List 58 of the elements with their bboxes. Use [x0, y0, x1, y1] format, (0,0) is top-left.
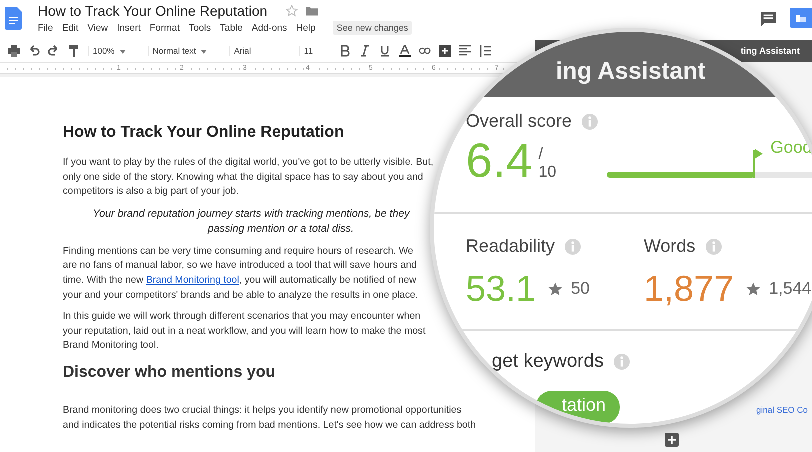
- section-heading: Discover who mentions you: [63, 364, 276, 382]
- text-color-icon[interactable]: [399, 45, 412, 57]
- menu-item[interactable]: Help: [296, 22, 321, 34]
- star-icon: [548, 282, 564, 296]
- print-icon[interactable]: [8, 45, 20, 57]
- brand-monitoring-link[interactable]: Brand Monitoring tool: [146, 274, 240, 286]
- paragraph: Brand monitoring does two crucial things: it helps you identify new promotional opportunities and indicates the potential risks coming from bad mentions. Let's see how we can address both: [63, 404, 476, 433]
- metric-label: Readability: [466, 236, 556, 257]
- keywords-label: get keywords: [492, 351, 604, 373]
- caret-icon: [201, 50, 208, 54]
- document-title[interactable]: How to Track Your Online Reputation: [38, 3, 268, 19]
- align-icon[interactable]: [459, 45, 472, 57]
- metric-value: 53.1: [466, 269, 536, 309]
- panel-link[interactable]: ginal SEO Co: [756, 405, 808, 415]
- paragraph: In this guide we will work through different scenarios that you may encounter when your reputation, laid out in a neat workflow, and you will learn how to make the most Brand Monitoring tool.: [63, 310, 426, 354]
- menu-item[interactable]: Table: [220, 22, 248, 34]
- undo-icon[interactable]: [28, 45, 40, 57]
- paragraph: Finding mentions can be very time consuming and require hours of research. We are no fans of manual labor, so we have introduced a tool that will save hours and time. With the new Brand Monitoring tool, you will automatically be notified of new your and your competitors' brands and be able to analyze the results in one place.: [63, 244, 418, 303]
- metric-label: Words: [644, 236, 696, 257]
- font-size-dropdown[interactable]: 11: [299, 46, 332, 56]
- menu-item[interactable]: View: [88, 22, 114, 34]
- add-comment-icon[interactable]: [665, 433, 679, 447]
- menu-item[interactable]: Edit: [62, 22, 84, 34]
- overall-score-label: Overall score: [466, 111, 572, 132]
- star-icon[interactable]: [286, 5, 298, 17]
- quote-paragraph: Your brand reputation journey starts with tracking mentions, be they passing mention or a total diss.: [92, 206, 410, 237]
- score-max: / 10: [538, 146, 558, 182]
- menu-item[interactable]: Add-ons: [252, 22, 292, 34]
- bold-icon[interactable]: [339, 45, 352, 57]
- metric-target: 1,544: [769, 279, 812, 299]
- line-spacing-icon[interactable]: [479, 45, 492, 57]
- style-dropdown[interactable]: Normal text: [148, 46, 222, 56]
- star-icon: [746, 282, 762, 296]
- metric-target: 50: [571, 279, 590, 299]
- italic-icon[interactable]: [359, 45, 372, 57]
- docs-logo-icon[interactable]: [5, 7, 22, 30]
- see-changes-button[interactable]: See new changes: [332, 21, 412, 35]
- caret-icon: [120, 50, 126, 54]
- zoom-dropdown[interactable]: 100%: [88, 46, 140, 56]
- redo-icon[interactable]: [48, 45, 60, 57]
- paint-format-icon[interactable]: [68, 45, 80, 57]
- share-button[interactable]: [790, 8, 812, 28]
- comment-icon[interactable]: [761, 12, 776, 27]
- menu-item[interactable]: Insert: [117, 22, 146, 34]
- folder-icon[interactable]: [306, 5, 318, 17]
- document-heading: How to Track Your Online Reputation: [63, 124, 346, 142]
- link-icon[interactable]: [419, 45, 432, 57]
- paragraph: If you want to play by the rules of the digital world, you've got to be utterly visible. But, only one side of the story. Knowing what the digital space has to say about you and competitors is also a big part of your job.: [63, 156, 434, 200]
- add-comment-icon[interactable]: [439, 45, 452, 57]
- overall-score: 6.4: [466, 138, 533, 186]
- metric-value: 1,877: [644, 269, 734, 309]
- underline-icon[interactable]: [379, 45, 392, 57]
- menu-item[interactable]: Format: [150, 22, 185, 34]
- font-dropdown[interactable]: Arial: [229, 46, 292, 56]
- menu-item[interactable]: File: [38, 22, 58, 34]
- menu-item[interactable]: Tools: [188, 22, 216, 34]
- flag-icon: [752, 148, 763, 178]
- share-icon: [796, 14, 806, 22]
